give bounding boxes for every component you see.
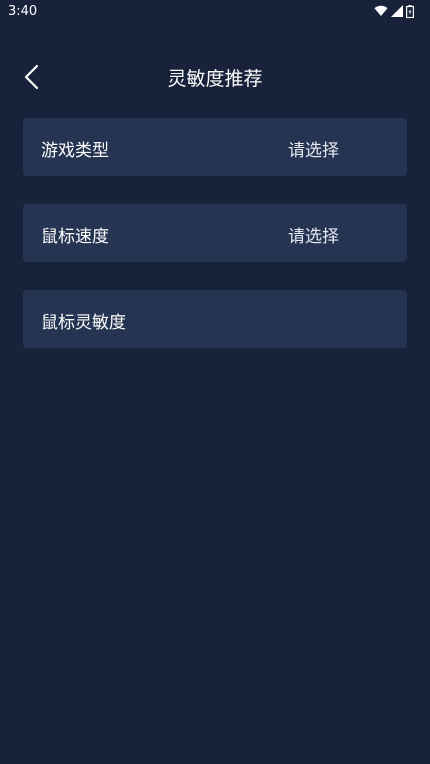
mouse-speed-select[interactable]: 请选择 — [288, 222, 339, 247]
page-title: 灵敏度推荐 — [167, 68, 263, 90]
game-type-row[interactable]: 游戏类型 请选择 — [23, 118, 407, 176]
mouse-speed-row[interactable]: 鼠标速度 请选择 — [23, 204, 407, 262]
game-type-label: 游戏类型 — [41, 141, 109, 161]
game-type-select[interactable]: 请选择 — [288, 136, 339, 161]
wifi-icon — [374, 5, 388, 17]
status-bar: 3:40 — [0, 0, 430, 24]
mouse-sensitivity-row: 鼠标灵敏度 — [23, 290, 407, 348]
status-icons — [374, 4, 414, 18]
header: 灵敏度推荐 — [0, 52, 430, 102]
mouse-speed-label: 鼠标速度 — [41, 227, 109, 247]
battery-icon — [406, 4, 414, 18]
mouse-sensitivity-label: 鼠标灵敏度 — [41, 313, 126, 333]
signal-icon — [391, 5, 403, 17]
status-time: 3:40 — [8, 4, 38, 19]
